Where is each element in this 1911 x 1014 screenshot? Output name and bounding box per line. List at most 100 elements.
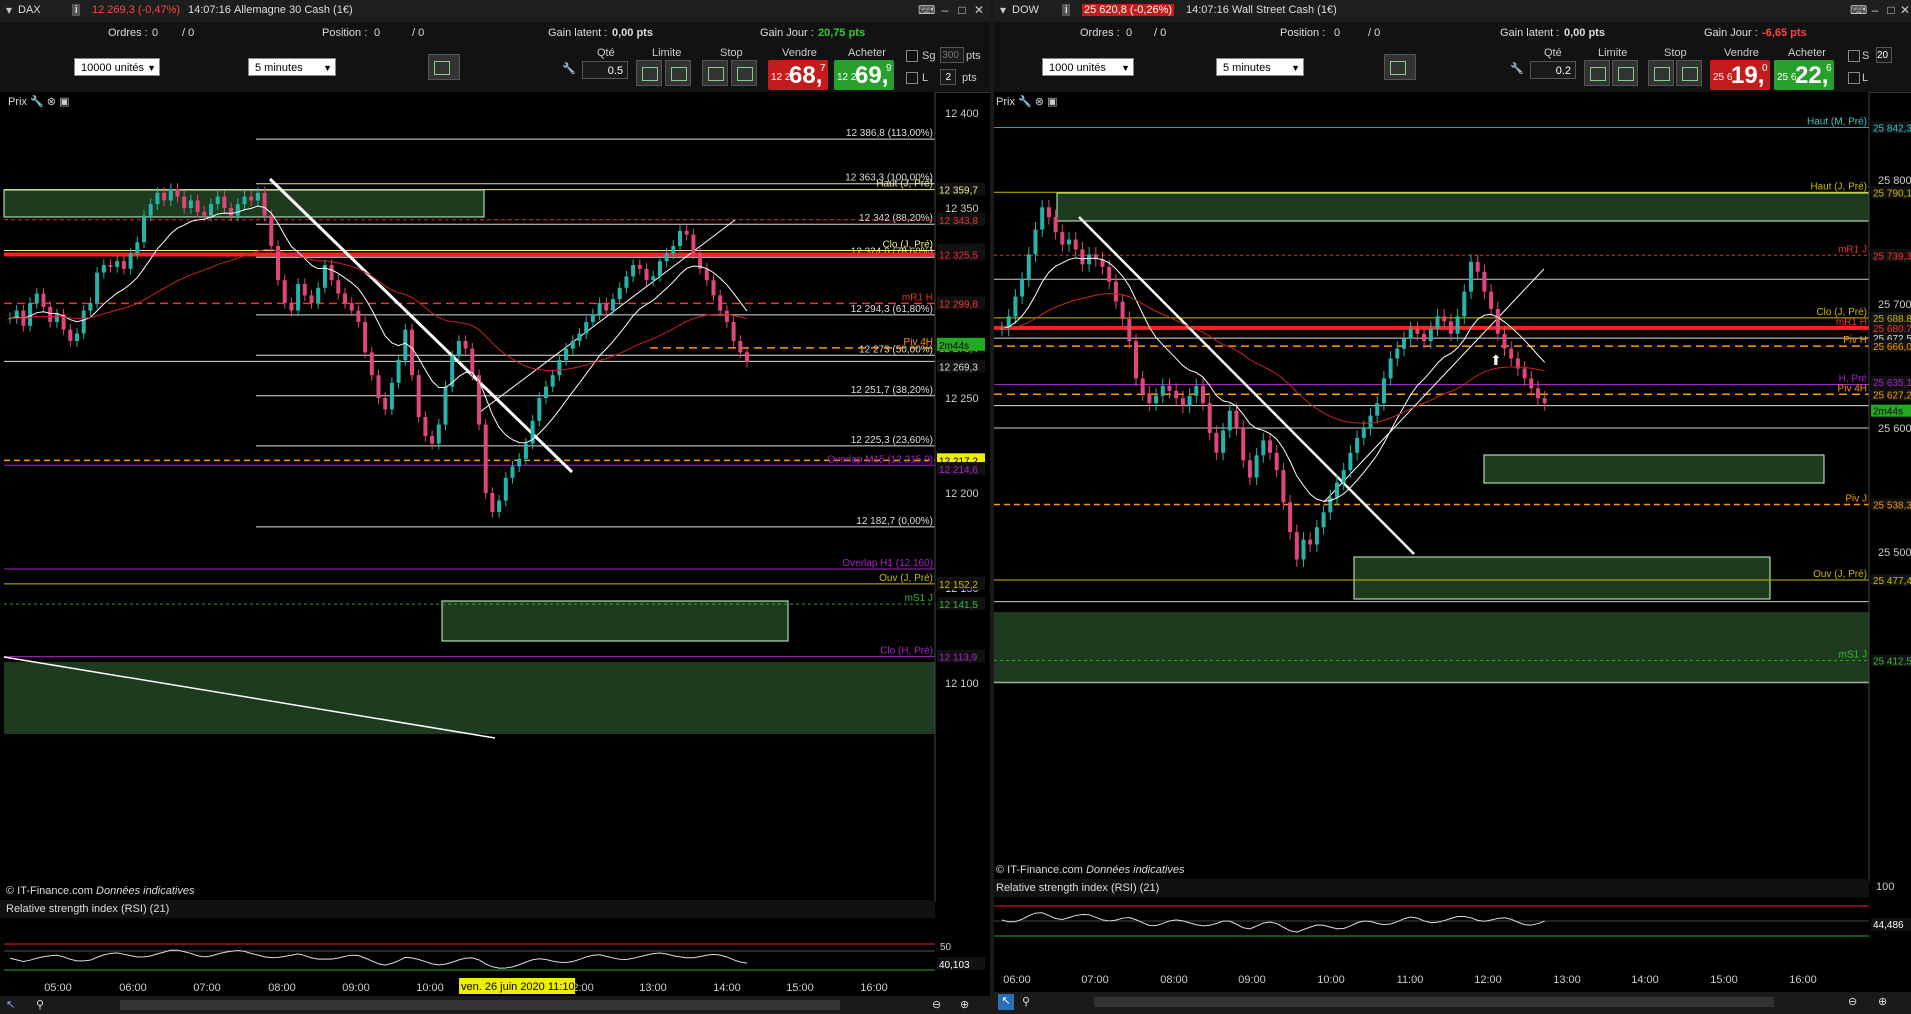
window-icon[interactable]: ▣ [1047, 96, 1057, 108]
window-icon[interactable]: ▣ [59, 96, 69, 108]
minimize-icon[interactable]: – [1868, 3, 1882, 17]
position-value[interactable]: 0 [374, 27, 380, 39]
trade-toolbar: 1000 unités ▼ 5 minutes ▼ Qté 🔧 0.2 Limite… [994, 44, 1911, 93]
period-value: 5 minutes [1223, 62, 1271, 74]
wrench-icon[interactable]: 🔧 [562, 62, 576, 75]
period-select[interactable]: 5 minutes ▼ [1216, 58, 1304, 76]
candle-body [1455, 316, 1460, 334]
sg-input[interactable]: 300 [940, 47, 964, 63]
zoom-out-icon[interactable]: ⊖ [932, 998, 941, 1011]
l-checkbox[interactable] [906, 72, 918, 84]
strategy-icon[interactable] [1384, 54, 1416, 80]
info-icon[interactable]: i [72, 4, 81, 16]
candle-body [1341, 470, 1346, 483]
scroll-track[interactable] [1094, 997, 1774, 1007]
buy-button[interactable]: 12 2 69, 9 [834, 60, 894, 90]
buy-button[interactable]: 25 6 22, 6 [1774, 60, 1834, 90]
candle-body [108, 265, 113, 267]
time-tick: 12:00 [1474, 974, 1502, 986]
keyboard-icon[interactable]: ⌨ [1850, 3, 1867, 17]
time-tick: 09:00 [342, 982, 370, 994]
wrench-icon[interactable]: 🔧 [1510, 62, 1524, 75]
price-tag: 12 152,2 [939, 580, 978, 591]
limit-buy-button[interactable] [636, 60, 662, 86]
price-chart[interactable]: 12 412,1 (127,00%)12 386,8 (113,00%)12 3… [0, 92, 990, 902]
candle-body [1348, 452, 1353, 471]
instrument-fullname: Allemagne 30 Cash (1€) [234, 4, 353, 16]
candle-body [383, 398, 388, 410]
l-checkbox[interactable] [1848, 72, 1860, 84]
pin-icon[interactable]: ⚲ [1022, 995, 1030, 1008]
candle-body [1234, 410, 1239, 428]
minimize-icon[interactable]: – [938, 3, 952, 17]
dropdown-icon[interactable]: ▾ [2, 3, 16, 17]
limit-sell-button[interactable] [1612, 60, 1638, 86]
dropdown-icon[interactable]: ▾ [996, 3, 1010, 17]
l-input[interactable]: 2 [940, 69, 956, 85]
close-icon[interactable]: ⊗ [1035, 96, 1044, 108]
maximize-icon[interactable]: □ [955, 3, 969, 17]
stop-sell-button[interactable] [731, 60, 757, 86]
candle-body [1247, 460, 1252, 478]
zoom-in-icon[interactable]: ⊕ [1878, 995, 1887, 1008]
units-select[interactable]: 1000 unités ▼ [1042, 58, 1134, 76]
limit-sell-button[interactable] [665, 60, 691, 86]
level-label: Piv H [1843, 335, 1867, 346]
buy-price-decimal: 9 [886, 63, 892, 74]
time-tick: 07:00 [1081, 974, 1109, 986]
candle-body [135, 242, 140, 254]
info-icon[interactable]: i [1062, 4, 1071, 16]
level-label: Haut (M, Pré) [1807, 117, 1867, 128]
stop-sell-button[interactable] [1676, 60, 1702, 86]
candle-body [1194, 385, 1199, 396]
pin-icon[interactable]: ⚲ [36, 998, 44, 1011]
candle-body [597, 303, 602, 315]
s-input[interactable]: 20 [1876, 47, 1892, 63]
stop-buy-button[interactable] [702, 60, 728, 86]
s-checkbox[interactable] [1848, 50, 1860, 62]
sell-button[interactable]: 12 2 68, 7 [768, 60, 828, 90]
candle-body [1522, 368, 1527, 379]
time-cursor: ven. 26 juin 2020 11:10 [461, 981, 575, 993]
limit-buy-button[interactable] [1584, 60, 1610, 86]
qty-input[interactable]: 0.2 [1530, 61, 1576, 79]
sell-button[interactable]: 25 6 19, 0 [1710, 60, 1770, 90]
wrench-icon[interactable]: 🔧 [1018, 96, 1032, 108]
scroll-track[interactable] [120, 1000, 840, 1010]
close-icon[interactable]: ✕ [1898, 3, 1911, 17]
latent-label: Gain latent : [548, 27, 608, 39]
close-icon[interactable]: ⊗ [47, 96, 56, 108]
candle-body [456, 341, 461, 357]
position-value[interactable]: 0 [1334, 27, 1340, 39]
buy-price-prefix: 25 6 [1777, 72, 1797, 83]
rsi-panel[interactable]: Relative strength index (RSI) (21) 100 44… [994, 879, 1911, 969]
level-label: Haut (J, Pré) [876, 179, 933, 190]
sg-checkbox[interactable] [906, 50, 918, 62]
stop-label: Stop [720, 47, 743, 59]
level-label: Piv 4H [1838, 383, 1867, 394]
wrench-icon[interactable]: 🔧 [30, 96, 44, 108]
zoom-out-icon[interactable]: ⊖ [1848, 995, 1857, 1008]
strategy-icon[interactable] [428, 54, 460, 80]
orders-value[interactable]: 0 [1126, 27, 1132, 39]
price-tag: 25 790,1 [1873, 188, 1911, 199]
rsi-panel[interactable]: Relative strength index (RSI) (21) 50 40,… [0, 900, 990, 978]
price-tag: 25 538,3 [1873, 501, 1911, 512]
qty-input[interactable]: 0.5 [582, 61, 628, 79]
clock: 14:07:16 [188, 4, 231, 16]
cursor-icon[interactable]: ↖ [998, 994, 1014, 1010]
maximize-icon[interactable]: □ [1884, 3, 1898, 17]
zoom-in-icon[interactable]: ⊕ [960, 998, 969, 1011]
time-tick: 15:00 [1710, 974, 1738, 986]
candle-body [1140, 378, 1145, 394]
units-select[interactable]: 10000 unités ▼ [74, 58, 160, 76]
period-select[interactable]: 5 minutes ▼ [248, 58, 336, 76]
price-chart[interactable]: Haut (M, Pré)Haut (J, Pré)mR1 JClo (J, P… [994, 92, 1911, 882]
cursor-icon[interactable]: ↖ [6, 998, 15, 1011]
close-icon[interactable]: ✕ [972, 3, 986, 17]
orders-value[interactable]: 0 [152, 27, 158, 39]
stop-buy-button[interactable] [1648, 60, 1674, 86]
candle-body [1536, 388, 1540, 399]
candle-body [369, 352, 374, 376]
keyboard-icon[interactable]: ⌨ [918, 3, 935, 17]
